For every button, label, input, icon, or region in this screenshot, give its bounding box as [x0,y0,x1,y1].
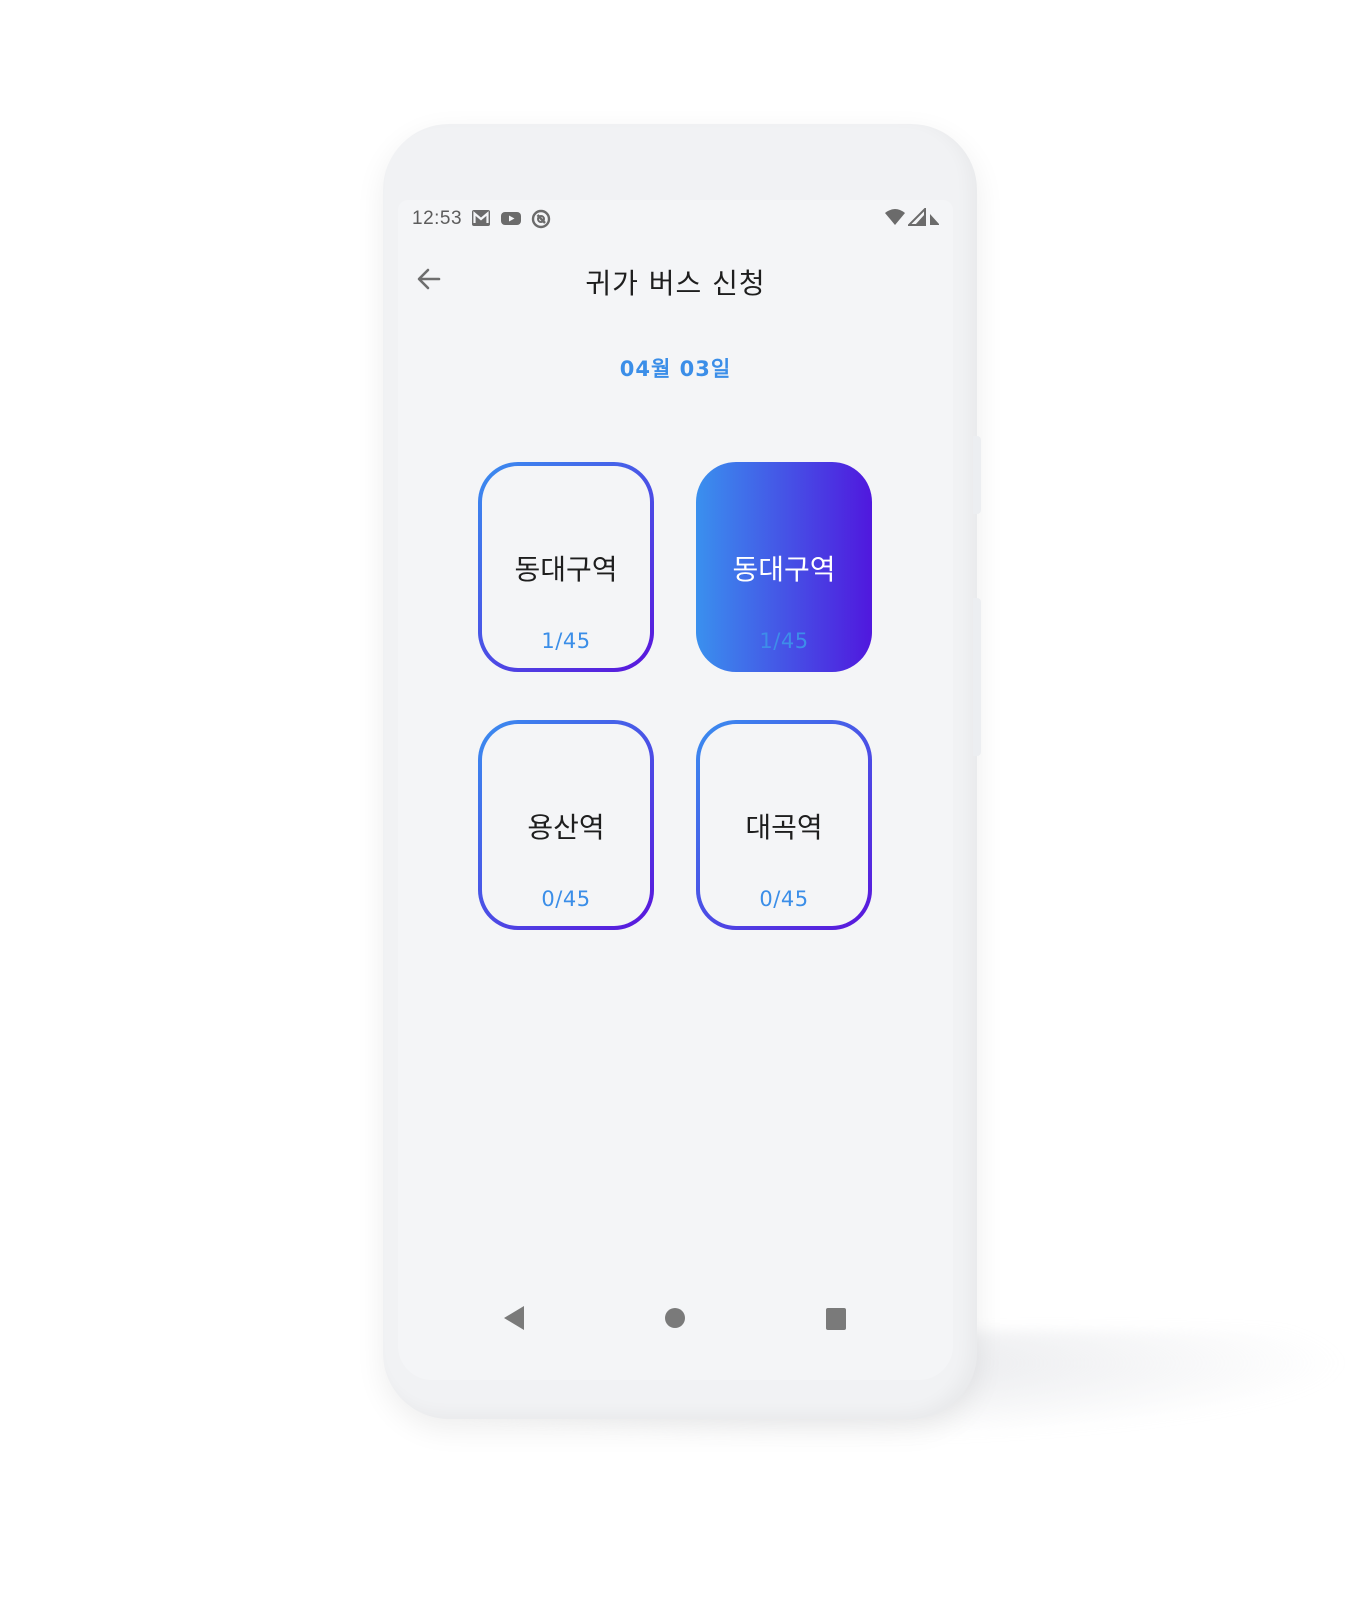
station-card-dongdaegu[interactable]: 동대구역 1/45 [478,462,654,672]
station-card-dongdaegu-selected[interactable]: 동대구역 1/45 [696,462,872,672]
station-count: 1/45 [759,629,809,653]
wifi-icon [885,208,905,226]
status-time: 12:53 [412,208,463,229]
station-count: 0/45 [541,887,591,911]
station-name: 용산역 [527,811,605,844]
station-count: 0/45 [759,887,809,911]
gmail-icon [471,209,491,229]
status-bar: 12:53 [398,200,953,240]
youtube-icon [500,209,522,229]
nav-home-icon[interactable] [664,1307,686,1333]
nav-back-icon[interactable] [502,1304,526,1336]
battery-icon [929,210,941,226]
volume-button [973,436,981,514]
station-name: 동대구역 [514,553,618,586]
phone-screen: 12:53 귀가 버스 신청 04월 03일 동대구역 1/45 동대구역 1/… [398,200,953,1380]
sync-icon [531,209,551,229]
station-card-yongsan[interactable]: 용산역 0/45 [478,720,654,930]
station-name: 대곡역 [745,811,823,844]
station-card-daegok[interactable]: 대곡역 0/45 [696,720,872,930]
station-name: 동대구역 [732,553,836,586]
cell-signal-icon [908,208,926,226]
app-bar: 귀가 버스 신청 [398,250,953,310]
station-count: 1/45 [541,629,591,653]
power-button [973,598,981,756]
nav-recents-icon[interactable] [825,1307,847,1335]
system-nav-bar [398,1280,953,1360]
date-label: 04월 03일 [619,357,732,381]
page-title: 귀가 버스 신청 [585,267,766,300]
